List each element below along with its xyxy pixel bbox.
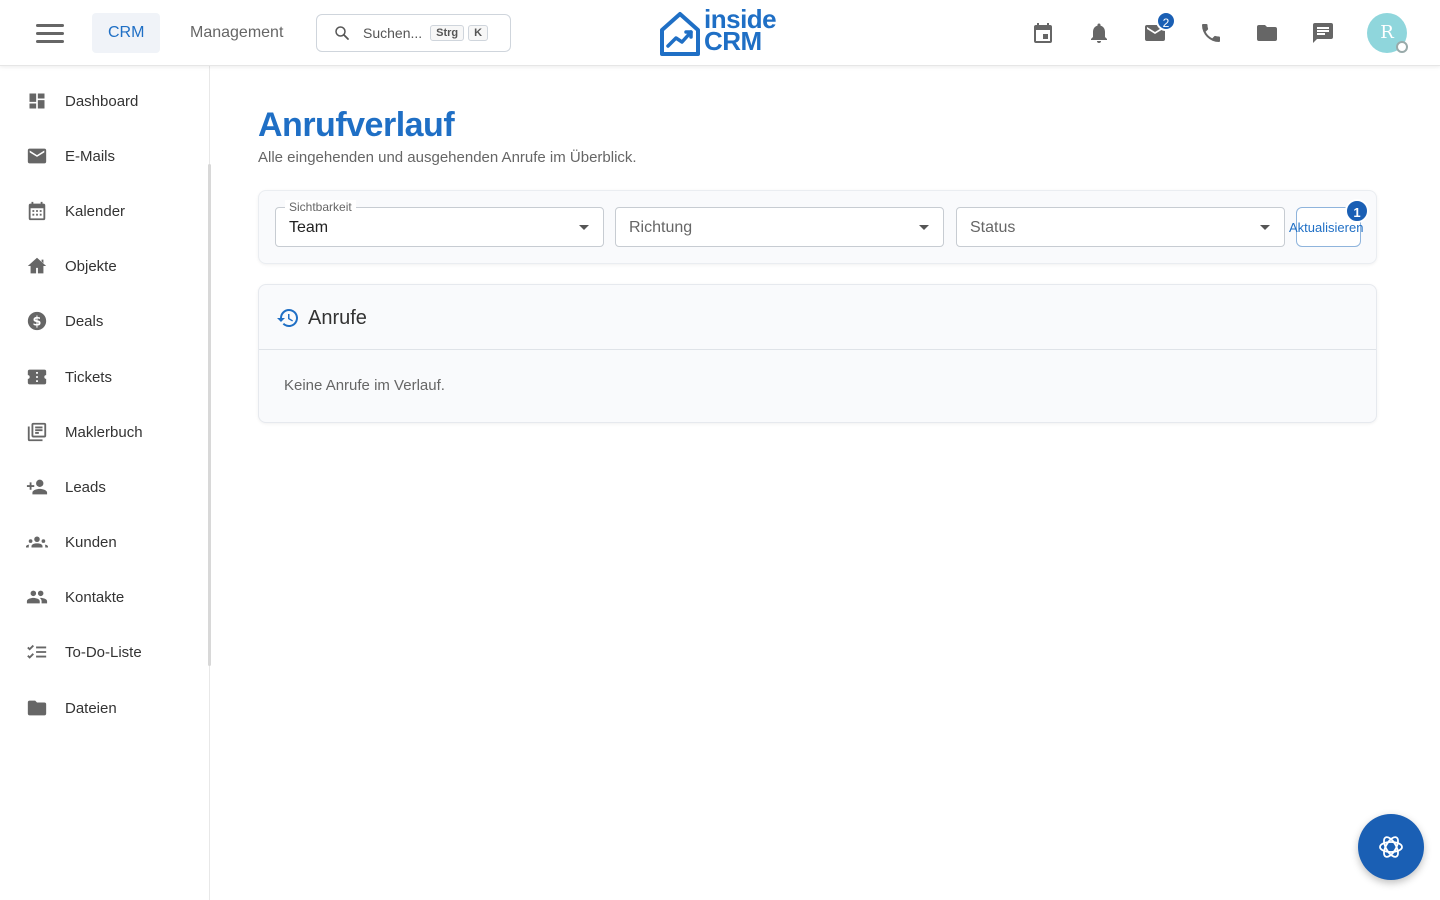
tab-management[interactable]: Management — [174, 13, 299, 53]
sidebar-scrollbar[interactable] — [208, 164, 211, 666]
avatar-status-indicator — [1396, 41, 1408, 53]
sidebar-item-kunden[interactable]: Kunden — [0, 518, 208, 566]
sidebar-item-label: Dashboard — [65, 92, 139, 110]
groups-icon — [26, 531, 48, 553]
sidebar-item-label: Dateien — [65, 699, 117, 717]
status-placeholder: Status — [970, 219, 1016, 236]
sidebar-item-dateien[interactable]: Dateien — [0, 684, 208, 732]
library-icon — [26, 421, 48, 443]
people-icon — [26, 586, 48, 608]
shortcut-key-k: K — [468, 25, 489, 41]
sidebar-item-dashboard[interactable]: Dashboard — [0, 77, 208, 125]
home-icon — [26, 255, 48, 277]
mail-icon — [26, 145, 48, 167]
chevron-down-icon — [1260, 225, 1270, 230]
logo-text: inside CRM — [704, 6, 777, 54]
page-title: Anrufverlauf — [258, 106, 455, 144]
sidebar-item-emails[interactable]: E-Mails — [0, 132, 208, 180]
direction-select[interactable]: Richtung — [615, 207, 944, 247]
dashboard-icon — [26, 90, 48, 112]
calls-empty-message: Keine Anrufe im Verlauf. — [284, 377, 445, 394]
calls-card: Anrufe Keine Anrufe im Verlauf. — [258, 284, 1377, 423]
sidebar-item-leads[interactable]: Leads — [0, 463, 208, 511]
assistant-button[interactable] — [1358, 814, 1424, 880]
sidebar-item-label: Leads — [65, 478, 106, 496]
bell-icon[interactable] — [1087, 21, 1111, 45]
menu-icon[interactable] — [36, 24, 64, 44]
search-input[interactable]: Suchen... Strg K — [316, 14, 511, 52]
sidebar-item-label: Kunden — [65, 533, 117, 551]
search-placeholder: Suchen... — [363, 25, 423, 41]
sidebar-item-label: Deals — [65, 312, 104, 330]
direction-placeholder: Richtung — [629, 219, 693, 236]
status-select[interactable]: Status — [956, 207, 1285, 247]
visibility-value: Team — [289, 219, 329, 236]
phone-icon[interactable] — [1199, 21, 1223, 45]
sidebar: Dashboard E-Mails Kalender Objekte $ Dea… — [0, 66, 210, 900]
folder-icon — [26, 697, 48, 719]
calendar-icon[interactable] — [1031, 21, 1055, 45]
history-icon — [276, 306, 300, 330]
tab-crm[interactable]: CRM — [92, 13, 161, 53]
sidebar-item-label: Maklerbuch — [65, 423, 143, 441]
calls-title: Anrufe — [308, 307, 367, 329]
top-bar: CRM Management Suchen... Strg K inside C… — [0, 0, 1440, 66]
sidebar-item-label: Tickets — [65, 368, 112, 386]
folder-icon[interactable] — [1255, 21, 1279, 45]
sidebar-item-objekte[interactable]: Objekte — [0, 242, 208, 290]
ai-assistant-icon — [1379, 836, 1403, 858]
visibility-select[interactable]: Sichtbarkeit Team — [275, 200, 604, 247]
chat-icon[interactable] — [1311, 21, 1335, 45]
sidebar-item-label: To-Do-Liste — [65, 643, 142, 661]
refresh-badge: 1 — [1345, 199, 1369, 223]
chevron-down-icon — [919, 225, 929, 230]
filter-card: Sichtbarkeit Team Richtung Status Aktual… — [258, 190, 1377, 264]
sidebar-item-label: Objekte — [65, 257, 117, 275]
logo[interactable]: inside CRM — [658, 6, 782, 58]
search-icon — [335, 26, 349, 40]
sidebar-item-tickets[interactable]: Tickets — [0, 353, 208, 401]
sidebar-item-kontakte[interactable]: Kontakte — [0, 573, 208, 621]
visibility-label: Sichtbarkeit — [285, 200, 356, 214]
sidebar-item-todo[interactable]: To-Do-Liste — [0, 628, 208, 676]
calls-header: Anrufe — [259, 285, 1376, 350]
checklist-icon — [26, 641, 48, 663]
mail-badge: 2 — [1156, 11, 1176, 31]
dollar-icon: $ — [26, 310, 48, 332]
calendar-icon — [26, 200, 48, 222]
sidebar-item-label: Kontakte — [65, 588, 125, 606]
page-subtitle: Alle eingehenden und ausgehenden Anrufe … — [258, 149, 637, 166]
logo-house-icon — [660, 12, 700, 56]
sidebar-item-label: E-Mails — [65, 147, 116, 165]
chevron-down-icon — [579, 225, 589, 230]
sidebar-item-deals[interactable]: $ Deals — [0, 297, 208, 345]
sidebar-item-kalender[interactable]: Kalender — [0, 187, 208, 235]
sidebar-item-maklerbuch[interactable]: Maklerbuch — [0, 408, 208, 456]
sidebar-item-label: Kalender — [65, 202, 126, 220]
svg-text:$: $ — [33, 315, 42, 330]
shortcut-key-ctrl: Strg — [430, 25, 465, 41]
person-add-icon — [26, 476, 48, 498]
ticket-icon — [26, 366, 48, 388]
